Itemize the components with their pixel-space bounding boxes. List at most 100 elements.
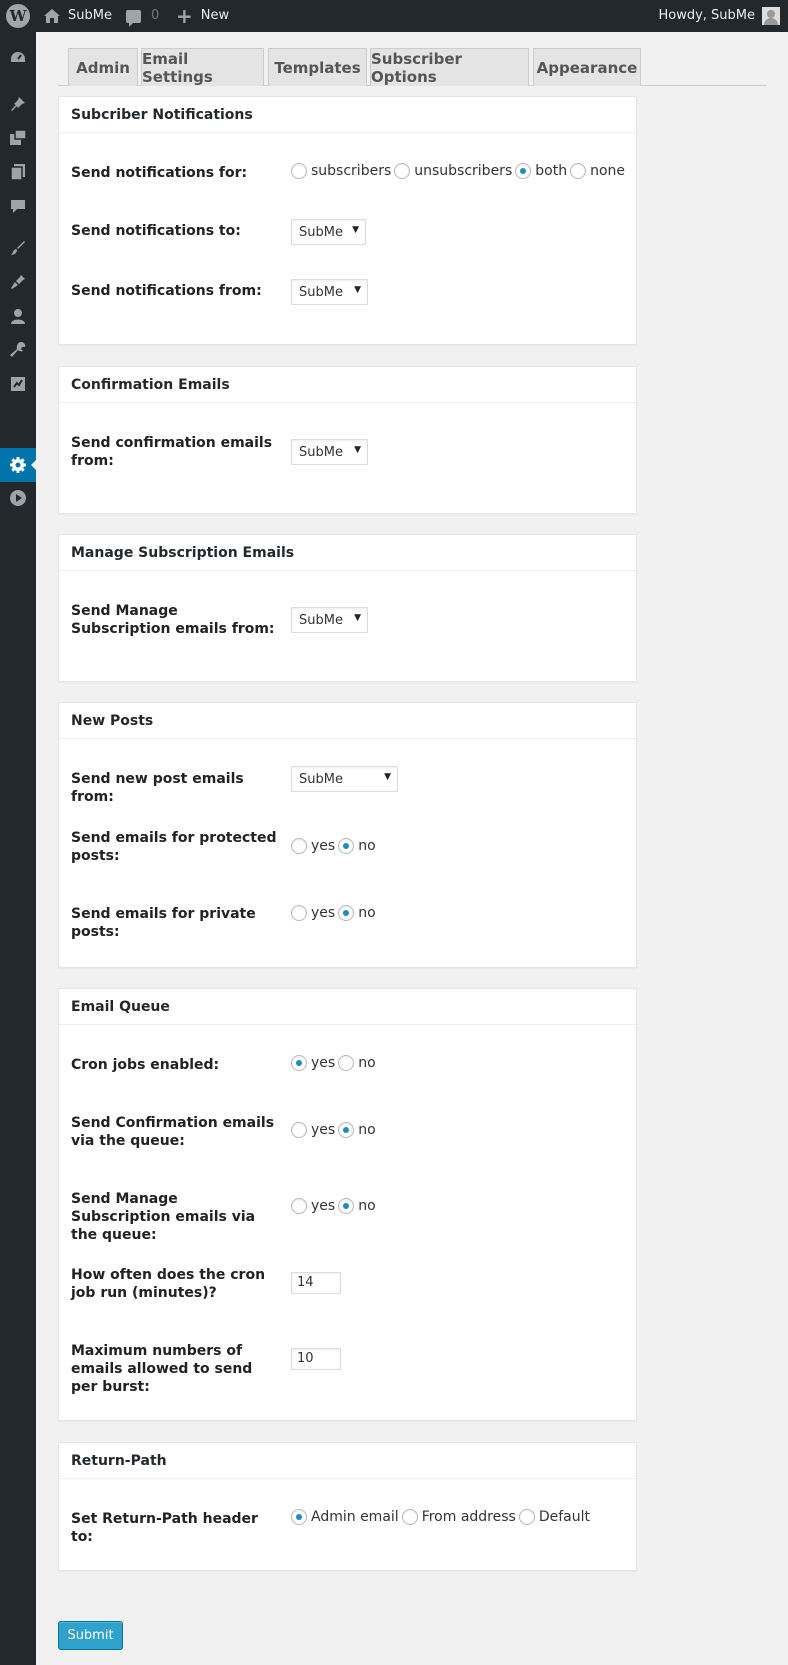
admin-bar: W SubMe 0 + New Howdy, SubMe (0, 0, 788, 32)
tab-appearance[interactable]: Appearance (533, 48, 641, 86)
radio-yes[interactable] (291, 1198, 307, 1214)
manage-queue-label: Send Manage Subscription emails via the … (71, 1191, 256, 1243)
radio-yes[interactable] (291, 838, 307, 854)
confirmation-from-value: SubMe (299, 444, 343, 460)
send-for-label: Send notifications for: (71, 165, 248, 181)
settings-icon[interactable] (8, 455, 28, 475)
send-to-value: SubMe (299, 224, 343, 240)
tools-icon[interactable] (8, 340, 28, 360)
comments-link[interactable]: 0 (126, 0, 159, 32)
burst-max-input[interactable]: 10 (291, 1348, 341, 1370)
radio-label-unsubscribers: unsubscribers (414, 163, 513, 179)
confirm-queue-label: Send Confirmation emails via the queue: (71, 1115, 275, 1149)
radio-no[interactable] (338, 1122, 355, 1138)
radio-subscribers[interactable] (291, 163, 307, 179)
manage-from-select[interactable]: SubMe ▼ (291, 607, 368, 633)
return-path-section: Return-Path Set Return-Path header to: A… (58, 1442, 637, 1571)
play-icon[interactable] (8, 488, 28, 508)
submit-button[interactable]: Submit (58, 1621, 123, 1650)
radio-no[interactable] (338, 1198, 355, 1214)
send-from-value: SubMe (299, 284, 343, 300)
new-posts-section: New Posts Send new post emails from: Sub… (58, 702, 637, 968)
dropdown-arrow-icon: ▼ (352, 225, 359, 235)
private-posts-radio-group: yes no (291, 905, 379, 921)
section-title: Return-Path (59, 1443, 636, 1479)
radio-yes[interactable] (291, 1055, 307, 1071)
pin-icon[interactable] (8, 94, 28, 114)
return-path-label: Set Return-Path header to: (71, 1511, 258, 1545)
cron-enabled-label: Cron jobs enabled: (71, 1057, 220, 1073)
burst-max-control: 10 (291, 1348, 341, 1370)
new-label: New (200, 8, 230, 23)
manage-from-control: SubMe ▼ (291, 607, 368, 633)
admin-side-menu (0, 32, 37, 1665)
send-from-label: Send notifications from: (71, 283, 262, 299)
pages-icon[interactable] (8, 162, 28, 182)
dashboard-icon[interactable] (8, 48, 28, 68)
radio-no[interactable] (338, 905, 355, 921)
settings-tabs: Admin Email Settings Templates Subscribe… (58, 46, 767, 86)
section-title: Confirmation Emails (59, 367, 636, 403)
confirmation-from-select[interactable]: SubMe ▼ (291, 439, 368, 465)
new-content-link[interactable]: + New (176, 0, 229, 32)
cron-interval-input[interactable]: 14 (291, 1272, 341, 1294)
confirmation-from-label: Send confirmation emails from: (71, 435, 273, 469)
section-title: Manage Subscription Emails (59, 535, 636, 571)
appearance-icon[interactable] (8, 238, 28, 258)
notifications-section: Subcriber Notifications Send notificatio… (58, 96, 637, 345)
import-icon[interactable] (8, 374, 28, 394)
new-post-from-select[interactable]: SubMe ▼ (291, 766, 398, 792)
radio-both[interactable] (515, 163, 532, 179)
plugins-icon[interactable] (8, 272, 28, 292)
account-menu[interactable]: Howdy, SubMe (658, 0, 780, 32)
users-icon[interactable] (8, 306, 28, 326)
radio-label-both: both (535, 163, 568, 179)
cron-interval-control: 14 (291, 1272, 341, 1294)
send-from-select[interactable]: SubMe ▼ (291, 279, 368, 305)
tab-email-settings[interactable]: Email Settings (141, 48, 264, 86)
send-to-select[interactable]: SubMe ▼ (291, 219, 366, 245)
manage-from-label: Send Manage Subscription emails from: (71, 603, 275, 637)
radio-label-no: no (358, 1122, 376, 1138)
cron-enabled-radio-group: yes no (291, 1055, 379, 1071)
new-post-from-control: SubMe ▼ (291, 766, 398, 792)
protected-posts-radio-group: yes no (291, 838, 379, 854)
radio-yes[interactable] (291, 1122, 307, 1138)
dropdown-arrow-icon: ▼ (384, 772, 391, 782)
radio-label-no: no (358, 905, 376, 921)
radio-unsubscribers[interactable] (394, 163, 411, 179)
radio-no[interactable] (338, 1055, 355, 1071)
dropdown-arrow-icon: ▼ (354, 285, 361, 295)
radio-none[interactable] (570, 163, 587, 179)
comments-icon[interactable] (8, 196, 28, 216)
radio-label-no: no (358, 1055, 376, 1071)
radio-from-address[interactable] (401, 1509, 418, 1525)
radio-label-yes: yes (311, 905, 336, 921)
protected-posts-label: Send emails for protected posts: (71, 830, 277, 864)
radio-label-default: Default (538, 1509, 590, 1525)
radio-no[interactable] (338, 838, 355, 854)
radio-label-subscribers: subscribers (311, 163, 392, 179)
radio-yes[interactable] (291, 905, 307, 921)
radio-label-yes: yes (311, 1055, 336, 1071)
wordpress-logo-icon[interactable]: W (6, 4, 30, 28)
radio-label-yes: yes (311, 1122, 336, 1138)
tab-templates[interactable]: Templates (268, 48, 367, 86)
radio-label-yes: yes (311, 1198, 336, 1214)
radio-label-none: none (590, 163, 626, 179)
site-name-link[interactable]: SubMe (44, 0, 112, 32)
tab-admin[interactable]: Admin (68, 48, 138, 86)
radio-label-no: no (358, 838, 376, 854)
tab-subscriber-options[interactable]: Subscriber Options (370, 48, 529, 86)
section-title: Email Queue (59, 989, 636, 1025)
radio-label-yes: yes (311, 838, 336, 854)
manage-subscription-section: Manage Subscription Emails Send Manage S… (58, 534, 637, 682)
confirmation-from-control: SubMe ▼ (291, 439, 368, 465)
radio-default[interactable] (518, 1509, 535, 1525)
send-to-control: SubMe ▼ (291, 219, 366, 245)
plus-icon: + (176, 4, 193, 28)
radio-admin-email[interactable] (291, 1509, 307, 1525)
media-icon[interactable] (8, 128, 28, 148)
dropdown-arrow-icon: ▼ (354, 613, 361, 623)
radio-label-no: no (358, 1198, 376, 1214)
